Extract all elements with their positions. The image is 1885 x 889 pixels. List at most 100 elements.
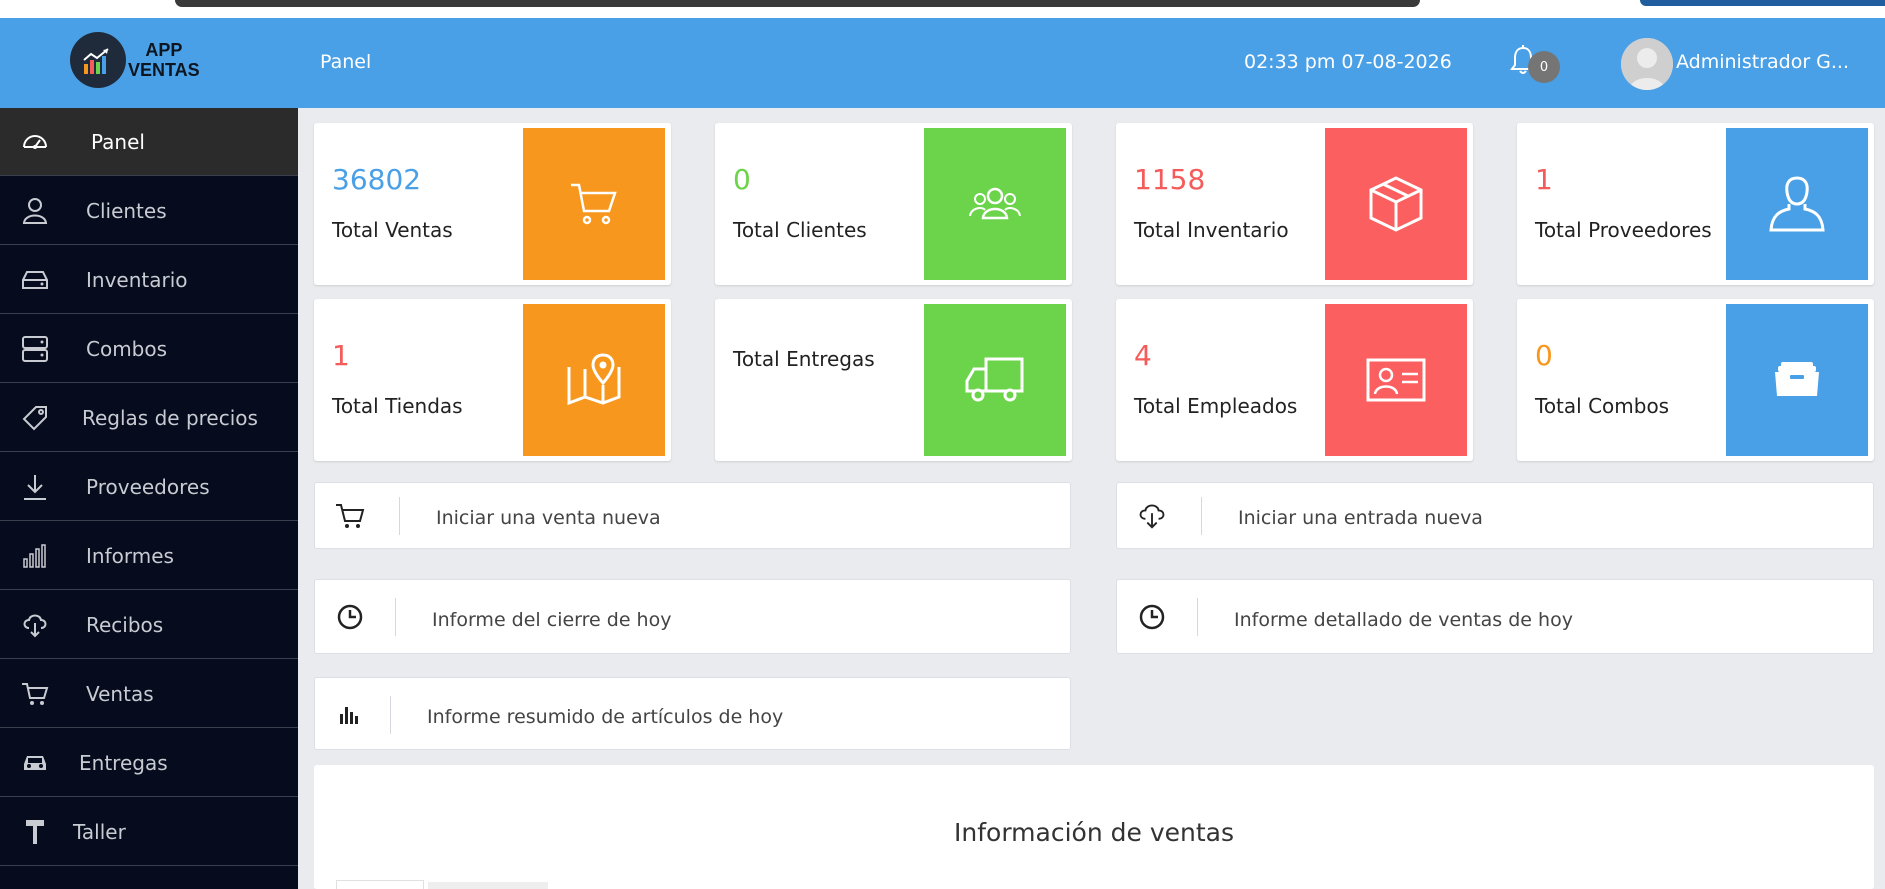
- stat-tile: [523, 128, 665, 280]
- stat-value: 4: [1134, 339, 1152, 372]
- stat-card-clientes[interactable]: 0 Total Clientes: [715, 123, 1072, 285]
- sidebar-item-reglas-de-precios[interactable]: Reglas de precios: [0, 384, 298, 452]
- action-label: Informe del cierre de hoy: [432, 609, 672, 631]
- cloud-download-icon: [1137, 501, 1167, 531]
- sidebar-item-label: Inventario: [86, 267, 188, 292]
- chart-logo-icon: [83, 48, 109, 74]
- car-icon: [20, 748, 50, 778]
- sales-info-panel: Información de ventas: [314, 765, 1874, 889]
- clock-icon: [335, 602, 365, 632]
- divider: [1197, 598, 1198, 636]
- stat-tile: [924, 304, 1066, 456]
- user-name[interactable]: Administrador G...: [1676, 51, 1876, 73]
- hammer-icon: [20, 817, 50, 847]
- stat-tile: [924, 128, 1066, 280]
- new-sale-button[interactable]: Iniciar una venta nueva: [314, 482, 1071, 549]
- stat-card-ventas[interactable]: 36802 Total Ventas: [314, 123, 671, 285]
- stat-card-proveedores[interactable]: 1 Total Proveedores: [1517, 123, 1874, 285]
- sidebar-item-label: Reglas de precios: [82, 405, 258, 430]
- stat-tile: [523, 304, 665, 456]
- stat-tile: [1726, 304, 1868, 456]
- top-header: APP VENTAS Panel 02:33 pm 07-08-2026 0 A…: [0, 18, 1885, 108]
- sidebar-item-taller[interactable]: Taller: [0, 798, 298, 866]
- stat-label: Total Inventario: [1134, 218, 1289, 242]
- stat-tile: [1325, 304, 1467, 456]
- stat-label: Total Tiendas: [332, 394, 463, 418]
- sidebar-item-label: Panel: [91, 129, 145, 154]
- logo-line-1: APP: [145, 40, 183, 60]
- sales-tab-2[interactable]: [428, 882, 548, 889]
- avatar[interactable]: [1621, 38, 1673, 90]
- sidebar-item-inventario[interactable]: Inventario: [0, 246, 298, 314]
- action-label: Iniciar una venta nueva: [436, 507, 661, 529]
- download-icon: [20, 472, 50, 502]
- bar-chart-icon: [20, 541, 50, 571]
- stat-tile: [1726, 128, 1868, 280]
- detailed-sales-report-button[interactable]: Informe detallado de ventas de hoy: [1116, 579, 1874, 654]
- stat-label: Total Entregas: [733, 347, 875, 371]
- inbox-icon: [1775, 362, 1819, 396]
- divider: [399, 497, 400, 535]
- cart-icon: [571, 183, 617, 225]
- closing-report-button[interactable]: Informe del cierre de hoy: [314, 579, 1071, 654]
- stat-card-combos[interactable]: 0 Total Combos: [1517, 299, 1874, 461]
- drive-icon: [20, 265, 50, 295]
- sidebar-item-proveedores[interactable]: Proveedores: [0, 453, 298, 521]
- sidebar-item-label: Entregas: [79, 750, 168, 775]
- server-icon: [20, 334, 50, 364]
- sidebar-item-label: Recibos: [86, 612, 164, 637]
- notification-badge[interactable]: 0: [1528, 51, 1560, 83]
- top-bar-shape-right: [1640, 0, 1885, 6]
- stat-label: Total Clientes: [733, 218, 867, 242]
- stat-value: 0: [1535, 339, 1553, 372]
- stat-card-empleados[interactable]: 4 Total Empleados: [1116, 299, 1473, 461]
- stat-label: Total Proveedores: [1535, 218, 1712, 242]
- date-time: 02:33 pm 07-08-2026: [1244, 51, 1452, 73]
- sidebar: Panel Clientes Inventario Combos Reglas …: [0, 108, 298, 889]
- id-card-icon: [1366, 358, 1426, 402]
- divider: [395, 598, 396, 636]
- bar-chart-icon: [335, 700, 365, 730]
- clock-icon: [1137, 602, 1167, 632]
- sidebar-item-informes[interactable]: Informes: [0, 522, 298, 590]
- sidebar-item-label: Proveedores: [86, 474, 210, 499]
- stat-label: Total Combos: [1535, 394, 1670, 418]
- browser-top-strip: [0, 0, 1885, 18]
- sidebar-item-clientes[interactable]: Clientes: [0, 177, 298, 245]
- sidebar-item-recibos[interactable]: Recibos: [0, 591, 298, 659]
- stat-value: 1: [332, 339, 350, 372]
- top-bar-shape: [175, 0, 1420, 7]
- stat-value: 1158: [1134, 163, 1206, 196]
- items-summary-report-button[interactable]: Informe resumido de artículos de hoy: [314, 677, 1071, 750]
- map-icon: [567, 353, 621, 406]
- action-label: Informe detallado de ventas de hoy: [1234, 609, 1573, 631]
- stat-card-tiendas[interactable]: 1 Total Tiendas: [314, 299, 671, 461]
- logo-line-2: VENTAS: [128, 60, 200, 80]
- divider: [1201, 497, 1202, 535]
- sidebar-item-label: Informes: [86, 543, 174, 568]
- cart-icon: [20, 679, 50, 709]
- box-icon: [1369, 176, 1423, 232]
- sidebar-item-ventas[interactable]: Ventas: [0, 660, 298, 728]
- stat-card-inventario[interactable]: 1158 Total Inventario: [1116, 123, 1473, 285]
- sidebar-item-combos[interactable]: Combos: [0, 315, 298, 383]
- tag-icon: [20, 403, 50, 433]
- stat-value: 36802: [332, 163, 422, 196]
- user-icon: [20, 196, 50, 226]
- sidebar-item-label: Ventas: [86, 681, 154, 706]
- page-title: Panel: [320, 51, 372, 73]
- new-entry-button[interactable]: Iniciar una entrada nueva: [1116, 482, 1874, 549]
- logo-text: APP VENTAS: [128, 40, 200, 80]
- sidebar-item-entregas[interactable]: Entregas: [0, 729, 298, 797]
- sales-tab-1[interactable]: [336, 880, 424, 889]
- stat-tile: [1325, 128, 1467, 280]
- stat-card-entregas[interactable]: Total Entregas: [715, 299, 1072, 461]
- divider: [390, 696, 391, 734]
- truck-icon: [965, 357, 1024, 402]
- dashboard-icon: [20, 127, 50, 157]
- sidebar-item-panel[interactable]: Panel: [0, 108, 298, 176]
- sidebar-item-label: Taller: [73, 819, 126, 844]
- action-label: Informe resumido de artículos de hoy: [427, 706, 784, 728]
- app-logo[interactable]: [70, 32, 126, 88]
- stat-label: Total Ventas: [332, 218, 453, 242]
